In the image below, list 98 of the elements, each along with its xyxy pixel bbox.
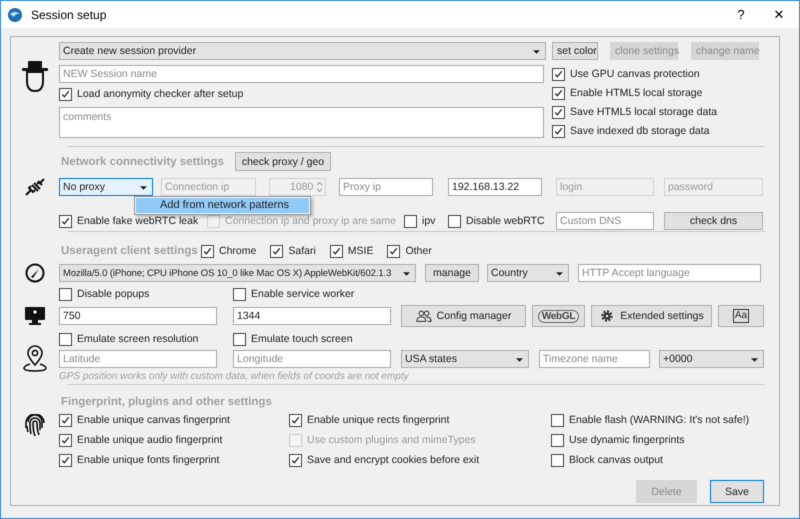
checkbox-option[interactable]: Disable webRTC: [448, 213, 556, 229]
caret-icon: [751, 358, 758, 362]
checkbox-option[interactable]: Disable popups: [59, 286, 233, 302]
section-title: Useragent client settings: [61, 245, 199, 257]
timezone-offset-dropdown[interactable]: +0000: [659, 350, 764, 368]
checkbox-option[interactable]: Enable fake webRTC leak: [59, 213, 207, 229]
font-button[interactable]: Aa: [718, 305, 764, 327]
config-manager-button[interactable]: Config manager: [401, 305, 526, 327]
width-field[interactable]: 750: [59, 307, 217, 325]
checkbox-option[interactable]: Enable unique rects fingerprint: [289, 412, 551, 428]
checkbox-option[interactable]: Save and encrypt cookies before exit: [289, 452, 551, 468]
checkbox[interactable]: [289, 454, 302, 466]
height-field[interactable]: 1344: [233, 307, 391, 325]
session-name-field[interactable]: NEW Session name: [59, 65, 544, 83]
checkbox[interactable]: [59, 88, 72, 100]
comments-field[interactable]: comments: [59, 107, 544, 138]
spin-arrows-icon: [316, 180, 323, 194]
people-icon: [416, 309, 432, 323]
region-dropdown[interactable]: USA states: [401, 350, 529, 368]
checkbox-option[interactable]: Enable unique audio fingerprint: [59, 432, 289, 448]
extended-settings-button[interactable]: Extended settings: [591, 305, 712, 327]
plug-icon: [23, 176, 47, 198]
checkbox[interactable]: [551, 414, 564, 426]
longitude-field[interactable]: Longitude: [233, 350, 391, 368]
proxy-type-dropdown[interactable]: No proxy: [59, 178, 153, 196]
session-provider-dropdown[interactable]: Create new session provider: [59, 42, 546, 60]
checkbox[interactable]: [233, 288, 246, 300]
check-proxy-button[interactable]: check proxy / geo: [234, 152, 331, 171]
checkbox-option[interactable]: Load anonymity checker after setup: [59, 86, 544, 102]
checkbox[interactable]: [551, 454, 564, 466]
location-pin-icon: [22, 345, 48, 373]
session-action-button[interactable]: set color: [552, 42, 598, 60]
checkbox-option[interactable]: Block canvas output: [551, 452, 750, 468]
section-title: Network connectivity settings: [61, 156, 224, 168]
checkbox-option[interactable]: Other: [387, 243, 432, 259]
checkbox-option[interactable]: Enable service worker: [233, 286, 407, 302]
user-agent-dropdown[interactable]: Mozilla/5.0 (iPhone; CPU iPhone OS 10_0 like Mac OS X) AppleWebKit/602.1.3: [59, 264, 416, 282]
compass-icon: [25, 263, 45, 283]
caret-icon: [140, 186, 147, 190]
checkbox[interactable]: [551, 434, 564, 446]
checkbox-option[interactable]: MSIE: [330, 243, 374, 259]
checkbox-option[interactable]: Chrome: [201, 243, 256, 259]
checkbox[interactable]: [59, 434, 72, 446]
checkbox[interactable]: [289, 414, 302, 426]
checkbox[interactable]: [552, 68, 565, 80]
menu-item[interactable]: Add from network patterns: [136, 198, 309, 213]
manage-button[interactable]: manage: [425, 264, 479, 282]
checkbox[interactable]: [330, 244, 343, 258]
app-icon: [7, 6, 23, 22]
checkbox-option[interactable]: Enable unique fonts fingerprint: [59, 452, 289, 468]
caret-icon: [516, 358, 523, 362]
fingerprint-icon: [24, 414, 46, 438]
checkbox[interactable]: [59, 414, 72, 426]
checkbox[interactable]: [59, 214, 72, 228]
checkbox[interactable]: [387, 244, 400, 258]
person-with-hat-icon: [20, 60, 50, 94]
checkbox[interactable]: [59, 288, 72, 300]
checkbox[interactable]: [448, 214, 461, 228]
monitor-icon: [24, 306, 46, 326]
checkbox-option[interactable]: Enable HTML5 local storage: [552, 85, 718, 101]
checkbox[interactable]: [404, 214, 417, 228]
checkbox-option[interactable]: Emulate screen resolution: [59, 331, 233, 347]
checkbox-option[interactable]: Save HTML5 local storage data: [552, 104, 718, 120]
caret-icon: [403, 272, 410, 276]
checkbox-option[interactable]: Save indexed db storage data: [552, 123, 718, 139]
checkbox-option[interactable]: Enable unique canvas fingerprint: [59, 412, 289, 428]
webgl-button[interactable]: WebGL: [532, 305, 585, 327]
checkbox[interactable]: [233, 332, 246, 346]
checkbox-option[interactable]: Use dynamic fingerprints: [551, 432, 750, 448]
gear-icon: [599, 309, 616, 323]
checkbox[interactable]: [59, 332, 72, 346]
accept-language-field[interactable]: HTTP Accept language: [578, 264, 761, 282]
help-button[interactable]: ?: [723, 2, 759, 28]
local-ip-field[interactable]: 192.168.13.22: [448, 178, 542, 196]
checkbox[interactable]: [552, 124, 565, 138]
section-title: Fingerprint, plugins and other settings: [61, 396, 272, 408]
checkbox-option[interactable]: Enable flash (WARNING: It's not safe!): [551, 412, 750, 428]
checkbox[interactable]: [552, 106, 565, 118]
checkbox[interactable]: [201, 244, 214, 258]
save-button[interactable]: Save: [710, 480, 764, 503]
checkbox-option[interactable]: ipv: [404, 213, 448, 229]
caret-icon: [533, 50, 540, 54]
timezone-field[interactable]: Timezone name: [539, 350, 650, 368]
checkbox[interactable]: [552, 86, 565, 100]
checkbox[interactable]: [270, 244, 284, 258]
gps-note: GPS position works only with custom data, when fields of coords are not empty: [59, 371, 409, 382]
custom-dns-field[interactable]: Custom DNS: [556, 212, 654, 230]
checkbox-option[interactable]: Safari: [270, 243, 316, 259]
checkbox-option[interactable]: Emulate touch screen: [233, 331, 407, 347]
checkbox-option[interactable]: Use GPU canvas protection: [552, 66, 718, 82]
check-dns-button[interactable]: check dns: [664, 212, 763, 230]
caret-icon: [556, 272, 563, 276]
window-title: Session setup: [31, 8, 106, 22]
close-button[interactable]: ✕: [761, 2, 797, 28]
checkbox[interactable]: [59, 454, 72, 466]
proxy-ip-field[interactable]: Proxy ip: [339, 178, 433, 196]
latitude-field[interactable]: Latitude: [59, 350, 217, 368]
country-dropdown[interactable]: Country: [487, 264, 569, 282]
